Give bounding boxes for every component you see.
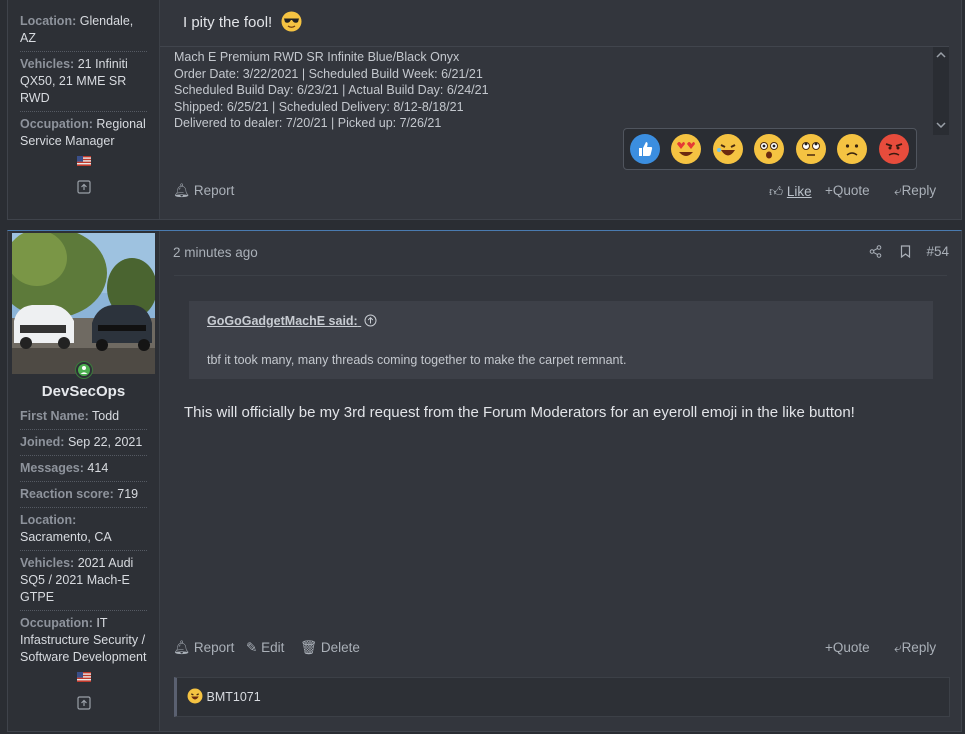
reply-button[interactable]: ⤶Reply <box>894 183 936 199</box>
quote-text: tbf it took many, many threads coming to… <box>207 353 627 367</box>
sunglasses-emoji-icon <box>281 11 302 32</box>
post-2: DevSecOps First Name: Todd Joined: Sep 2… <box>7 230 962 732</box>
message-column: I pity the fool! Mach E Premium RWD SR I… <box>160 0 961 219</box>
user-extra-info: Location: Glendale, AZ Vehicles: 21 Infi… <box>8 0 159 194</box>
report-button[interactable]: 🔔︎ Report <box>173 640 234 656</box>
go-to-quote-icon[interactable] <box>364 314 377 327</box>
like-reaction-icon[interactable] <box>630 134 660 164</box>
avatar-photo <box>12 233 155 374</box>
user-field-first-name: First Name: Todd <box>20 404 147 430</box>
bookmark-icon[interactable] <box>900 245 911 258</box>
reply-button[interactable]: ⤶Reply <box>894 640 936 656</box>
bell-icon: 🔔︎ <box>173 183 191 198</box>
user-field-vehicles: Vehicles: 2021 Audi SQ5 / 2021 Mach-E GT… <box>20 551 147 611</box>
user-field-occupation: Occupation: Regional Service Manager <box>20 117 146 148</box>
eyeroll-reaction-icon[interactable] <box>796 134 826 164</box>
us-flag-icon <box>76 156 91 166</box>
signature-scrollbar[interactable] <box>933 47 949 135</box>
pencil-icon: ✎ <box>246 640 258 655</box>
quote-button[interactable]: +Quote <box>825 183 870 198</box>
scroll-down-icon[interactable] <box>933 117 949 133</box>
reaction-picker <box>623 128 917 170</box>
haha-reaction-icon <box>187 688 203 704</box>
quote-author[interactable]: GoGoGadgetMachE said: <box>207 314 377 328</box>
angry-reaction-icon[interactable] <box>879 134 909 164</box>
user-field-messages: Messages: 414 <box>20 456 147 482</box>
edit-button[interactable]: ✎ Edit <box>246 640 284 656</box>
plus-icon: + <box>825 640 833 655</box>
user-field-vehicles: Vehicles: 21 Infiniti QX50, 21 MME SR RW… <box>20 52 147 112</box>
post-header-actions: #54 <box>869 244 949 259</box>
post-number[interactable]: #54 <box>926 244 949 259</box>
reply-arrow-icon: ⤶ <box>894 183 902 198</box>
quote-block: GoGoGadgetMachE said: tbf it took many, … <box>189 301 933 379</box>
delete-button[interactable]: 🗑︎ Delete <box>300 640 360 656</box>
avatar[interactable] <box>12 233 155 374</box>
signature: Mach E Premium RWD SR Infinite Blue/Blac… <box>160 46 949 139</box>
user-field-occupation: Occupation: IT Infastructure Security / … <box>20 616 147 664</box>
reaction-summary[interactable]: BMT1071 <box>187 688 261 704</box>
us-flag-icon <box>76 672 91 682</box>
plus-icon: + <box>825 183 833 198</box>
report-button[interactable]: 🔔︎ Report <box>173 183 234 199</box>
user-extra-info: First Name: Todd Joined: Sep 22, 2021 Me… <box>8 404 159 710</box>
post-timestamp[interactable]: 2 minutes ago <box>173 245 258 260</box>
header-divider <box>174 275 947 276</box>
user-field-reaction-score: Reaction score: 719 <box>20 482 147 508</box>
thumbs-up-icon: 👍︎ <box>769 184 784 199</box>
share-icon[interactable] <box>869 245 882 258</box>
user-field-location: Location: Sacramento, CA <box>20 508 147 551</box>
like-button[interactable]: 👍︎ Like <box>769 183 812 200</box>
scroll-up-icon[interactable] <box>933 47 949 63</box>
message-body: This will officially be my 3rd request f… <box>184 404 855 421</box>
bell-icon: 🔔︎ <box>173 640 191 655</box>
trash-icon: 🗑︎ <box>300 640 318 655</box>
quote-button[interactable]: +Quote <box>825 640 870 655</box>
scroll-to-top-icon[interactable] <box>76 696 91 710</box>
haha-reaction-icon[interactable] <box>713 134 743 164</box>
wow-reaction-icon[interactable] <box>754 134 784 164</box>
message-column: 2 minutes ago #54 GoGoGadgetMachE said: … <box>160 231 961 731</box>
post-1: Location: Glendale, AZ Vehicles: 21 Infi… <box>7 0 962 220</box>
online-status-icon <box>75 361 93 379</box>
username[interactable]: DevSecOps <box>8 383 159 400</box>
user-info-column: Location: Glendale, AZ Vehicles: 21 Infi… <box>8 0 160 219</box>
reactions-bar: BMT1071 <box>174 677 950 717</box>
scroll-to-top-icon[interactable] <box>76 180 91 194</box>
love-reaction-icon[interactable] <box>671 134 701 164</box>
reply-arrow-icon: ⤶ <box>894 640 902 655</box>
user-field-joined: Joined: Sep 22, 2021 <box>20 430 147 456</box>
message-body: I pity the fool! <box>183 11 302 32</box>
user-field-location: Location: Glendale, AZ <box>20 9 147 52</box>
sad-reaction-icon[interactable] <box>837 134 867 164</box>
reaction-user[interactable]: BMT1071 <box>206 690 260 704</box>
user-info-column: DevSecOps First Name: Todd Joined: Sep 2… <box>8 231 160 731</box>
